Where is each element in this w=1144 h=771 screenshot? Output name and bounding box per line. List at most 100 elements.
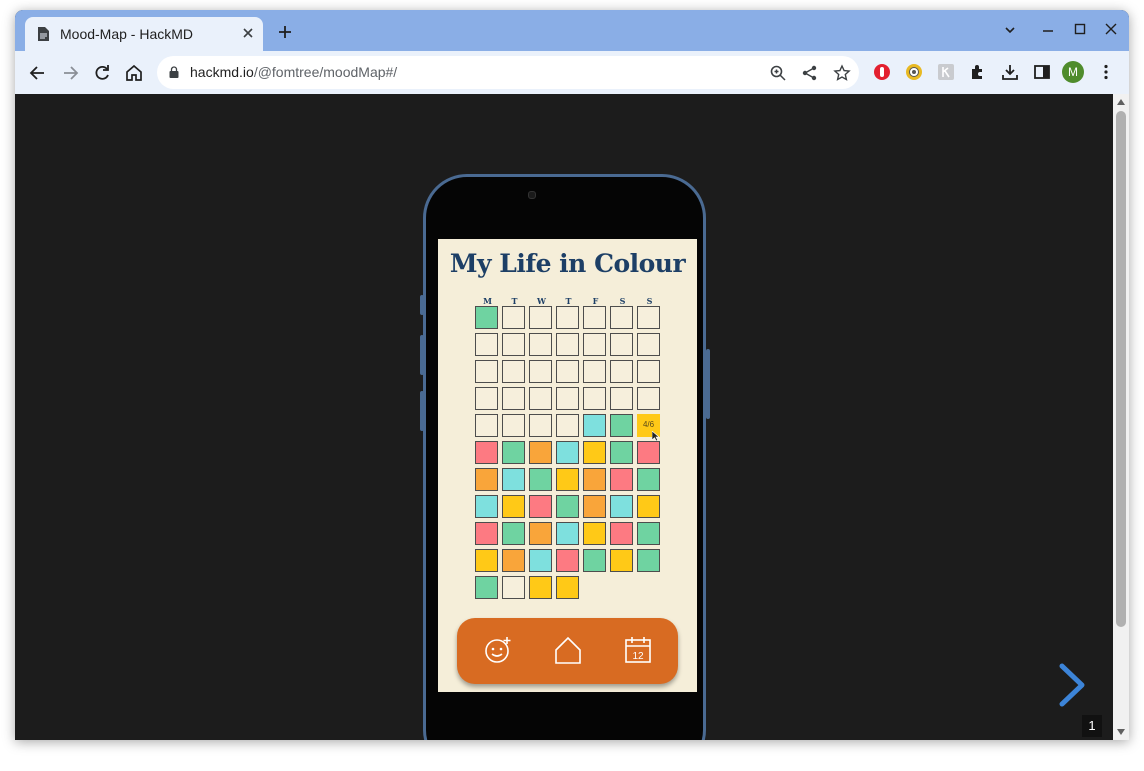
- mood-cell-empty[interactable]: [529, 306, 552, 329]
- calendar-icon[interactable]: 12: [623, 634, 653, 666]
- mood-cell-cyan[interactable]: [502, 468, 525, 491]
- mood-cell-empty[interactable]: [502, 360, 525, 383]
- mood-cell-empty[interactable]: [556, 360, 579, 383]
- mood-cell-empty[interactable]: [637, 387, 660, 410]
- mood-cell-orange[interactable]: [529, 441, 552, 464]
- mood-cell-green[interactable]: [502, 522, 525, 545]
- mood-cell-empty[interactable]: [637, 306, 660, 329]
- mood-cell-cyan[interactable]: [583, 414, 606, 437]
- mood-cell-yellow[interactable]: [502, 495, 525, 518]
- mood-cell-empty[interactable]: [475, 333, 498, 356]
- scrollbar-thumb[interactable]: [1116, 111, 1126, 627]
- vertical-scrollbar[interactable]: [1113, 94, 1129, 740]
- home-icon[interactable]: [553, 634, 583, 666]
- mood-cell-empty[interactable]: [637, 360, 660, 383]
- mood-cell-empty[interactable]: [475, 387, 498, 410]
- mood-cell-empty[interactable]: [610, 306, 633, 329]
- zoom-icon[interactable]: [769, 64, 787, 82]
- profile-avatar[interactable]: M: [1062, 61, 1084, 83]
- mood-cell-empty[interactable]: [556, 306, 579, 329]
- mood-cell-empty[interactable]: [475, 414, 498, 437]
- mood-cell-empty[interactable]: [529, 414, 552, 437]
- reload-icon[interactable]: [92, 63, 112, 83]
- mood-cell-empty[interactable]: [583, 333, 606, 356]
- mood-cell-green[interactable]: [637, 549, 660, 572]
- mood-cell-empty[interactable]: [583, 306, 606, 329]
- mood-cell-pink[interactable]: [637, 441, 660, 464]
- mood-cell-pink[interactable]: [610, 522, 633, 545]
- next-slide-arrow-icon[interactable]: [1057, 662, 1087, 708]
- share-icon[interactable]: [801, 64, 819, 82]
- address-bar[interactable]: hackmd.io/@fomtree/moodMap#/: [157, 56, 859, 89]
- mood-cell-yellow[interactable]: [610, 549, 633, 572]
- mood-cell-green[interactable]: [529, 468, 552, 491]
- mood-cell-yellow[interactable]: [529, 576, 552, 599]
- mood-cell-empty[interactable]: [556, 414, 579, 437]
- mood-cell-green[interactable]: [556, 495, 579, 518]
- mood-cell-green[interactable]: [475, 306, 498, 329]
- mood-cell-green[interactable]: [502, 441, 525, 464]
- mood-cell-pink[interactable]: [529, 495, 552, 518]
- lock-icon[interactable]: [169, 66, 179, 78]
- mood-cell-empty[interactable]: [502, 387, 525, 410]
- forward-icon[interactable]: [60, 63, 80, 83]
- mood-cell-empty[interactable]: [610, 333, 633, 356]
- mood-cell-empty[interactable]: [529, 360, 552, 383]
- mood-cell-empty[interactable]: [529, 333, 552, 356]
- mood-cell-cyan[interactable]: [556, 441, 579, 464]
- mood-cell-green[interactable]: [610, 414, 633, 437]
- mood-cell-empty[interactable]: [583, 360, 606, 383]
- mood-cell-empty[interactable]: [502, 576, 525, 599]
- mood-cell-green[interactable]: [475, 576, 498, 599]
- bookmark-star-icon[interactable]: [833, 64, 851, 82]
- mood-cell-empty[interactable]: [502, 414, 525, 437]
- menu-kebab-icon[interactable]: [1097, 63, 1115, 81]
- mood-cell-cyan[interactable]: [529, 549, 552, 572]
- mood-cell-orange[interactable]: [583, 495, 606, 518]
- mood-cell-empty[interactable]: [529, 387, 552, 410]
- mood-cell-orange[interactable]: [502, 549, 525, 572]
- side-panel-icon[interactable]: [1033, 63, 1051, 81]
- mood-cell-orange[interactable]: [583, 468, 606, 491]
- close-icon[interactable]: [239, 24, 257, 42]
- mood-cell-empty[interactable]: [556, 333, 579, 356]
- mood-cell-pink[interactable]: [475, 441, 498, 464]
- mood-cell-yellow[interactable]: [475, 549, 498, 572]
- mood-cell-cyan[interactable]: [610, 495, 633, 518]
- extensions-puzzle-icon[interactable]: [969, 63, 987, 81]
- add-mood-icon[interactable]: [483, 634, 513, 666]
- tab-search-chevron-icon[interactable]: [1003, 23, 1017, 37]
- mood-cell-pink[interactable]: [475, 522, 498, 545]
- new-tab-icon[interactable]: [277, 24, 293, 40]
- mood-cell-green[interactable]: [610, 441, 633, 464]
- window-close-icon[interactable]: [1104, 22, 1118, 36]
- extension-gray-icon[interactable]: [937, 63, 955, 81]
- scroll-up-icon[interactable]: [1117, 99, 1125, 105]
- mood-cell-green[interactable]: [637, 468, 660, 491]
- mood-cell-empty[interactable]: [610, 387, 633, 410]
- mood-cell-yellow[interactable]: [583, 522, 606, 545]
- mood-cell-empty[interactable]: [556, 387, 579, 410]
- mood-cell-empty[interactable]: [637, 333, 660, 356]
- mood-cell-yellow[interactable]: [556, 468, 579, 491]
- scroll-down-icon[interactable]: [1117, 729, 1125, 735]
- tab-mood-map[interactable]: Mood-Map - HackMD: [25, 17, 263, 51]
- mood-cell-green[interactable]: [583, 549, 606, 572]
- mood-cell-orange[interactable]: [529, 522, 552, 545]
- mood-cell-pink[interactable]: [610, 468, 633, 491]
- mood-cell-yellow[interactable]: [637, 495, 660, 518]
- mood-cell-empty[interactable]: [475, 360, 498, 383]
- mood-cell-pink[interactable]: [556, 549, 579, 572]
- mood-cell-yellow[interactable]: [556, 576, 579, 599]
- maximize-icon[interactable]: [1073, 22, 1087, 36]
- mood-cell-cyan[interactable]: [556, 522, 579, 545]
- home-icon[interactable]: [124, 63, 144, 83]
- url-text[interactable]: hackmd.io/@fomtree/moodMap#/: [190, 64, 397, 80]
- mood-cell-cyan[interactable]: [475, 495, 498, 518]
- mood-cell-yellow[interactable]: [583, 441, 606, 464]
- adblock-extension-icon[interactable]: [873, 63, 891, 81]
- back-icon[interactable]: [28, 63, 48, 83]
- mood-cell-empty[interactable]: [583, 387, 606, 410]
- mood-cell-empty[interactable]: [502, 333, 525, 356]
- mood-cell-green[interactable]: [637, 522, 660, 545]
